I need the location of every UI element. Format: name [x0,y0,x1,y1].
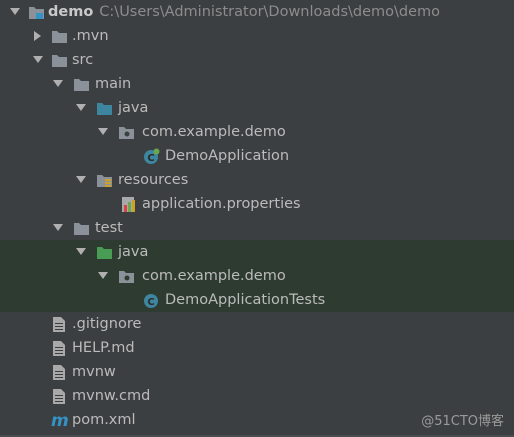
module-folder-icon [27,0,45,24]
project-tree: demo C:\Users\Administrator\Downloads\de… [0,0,514,432]
tree-label: src [72,52,94,68]
tree-row-application-properties[interactable]: application.properties [0,192,514,216]
folder-icon [72,216,90,240]
test-source-folder-icon [95,240,113,264]
tree-row-mvnw-cmd[interactable]: mvnw.cmd [0,384,514,408]
tree-label: mvnw.cmd [72,388,151,404]
spring-boot-class-icon: C [142,144,160,168]
source-folder-icon [95,96,113,120]
class-icon: C [142,288,160,312]
svg-text:C: C [147,297,154,308]
chevron-down-icon[interactable] [96,264,110,288]
watermark: @51CTO博客 [421,414,504,429]
folder-icon [72,72,90,96]
chevron-down-icon[interactable] [8,0,22,24]
chevron-down-icon[interactable] [51,72,65,96]
text-file-icon [50,312,68,336]
tree-row-mvnw[interactable]: mvnw [0,360,514,384]
tree-label: .mvn [72,28,109,44]
tree-row-help-md[interactable]: HELP.md [0,336,514,360]
package-icon [117,264,135,288]
tree-row-test-package[interactable]: com.example.demo [0,264,514,288]
chevron-down-icon[interactable] [31,48,45,72]
tree-row-resources[interactable]: resources [0,168,514,192]
tree-row-test[interactable]: test [0,216,514,240]
resources-folder-icon [95,168,113,192]
text-file-icon [50,384,68,408]
chevron-down-icon[interactable] [51,216,65,240]
tree-label: main [95,76,132,92]
tree-label: pom.xml [72,412,136,428]
folder-icon [50,48,68,72]
svg-text:m: m [51,412,68,429]
tree-label: java [118,100,149,116]
text-file-icon [50,360,68,384]
tree-row-mvn[interactable]: .mvn [0,24,514,48]
tree-row-main[interactable]: main [0,72,514,96]
maven-icon: m [50,408,68,432]
tree-label: application.properties [142,196,301,212]
tree-label: DemoApplication [165,148,290,164]
chevron-down-icon[interactable] [74,240,88,264]
text-file-icon [50,336,68,360]
tree-row-package[interactable]: com.example.demo [0,120,514,144]
tree-label: com.example.demo [142,268,286,284]
tree-label: mvnw [72,364,116,380]
tree-row-test-java[interactable]: java [0,240,514,264]
properties-file-icon [120,192,138,216]
tree-label: com.example.demo [142,124,286,140]
tree-row-demo[interactable]: demo C:\Users\Administrator\Downloads\de… [0,0,514,24]
tree-row-demo-application-tests[interactable]: C DemoApplicationTests [0,288,514,312]
chevron-down-icon[interactable] [74,96,88,120]
tree-label: test [95,220,123,236]
tree-row-main-java[interactable]: java [0,96,514,120]
folder-icon [50,24,68,48]
tree-row-demo-application[interactable]: C DemoApplication [0,144,514,168]
tree-row-gitignore[interactable]: .gitignore [0,312,514,336]
tree-label: java [118,244,149,260]
tree-row-src[interactable]: src [0,48,514,72]
tree-label: resources [118,172,189,188]
chevron-down-icon[interactable] [96,120,110,144]
package-icon [117,120,135,144]
project-path: C:\Users\Administrator\Downloads\demo\de… [99,4,441,20]
tree-label: DemoApplicationTests [165,292,326,308]
chevron-down-icon[interactable] [74,168,88,192]
chevron-right-icon[interactable] [31,24,45,48]
project-name: demo [48,4,94,20]
tree-label: .gitignore [72,316,142,332]
tree-label: HELP.md [72,340,135,356]
svg-text:C: C [147,153,154,164]
